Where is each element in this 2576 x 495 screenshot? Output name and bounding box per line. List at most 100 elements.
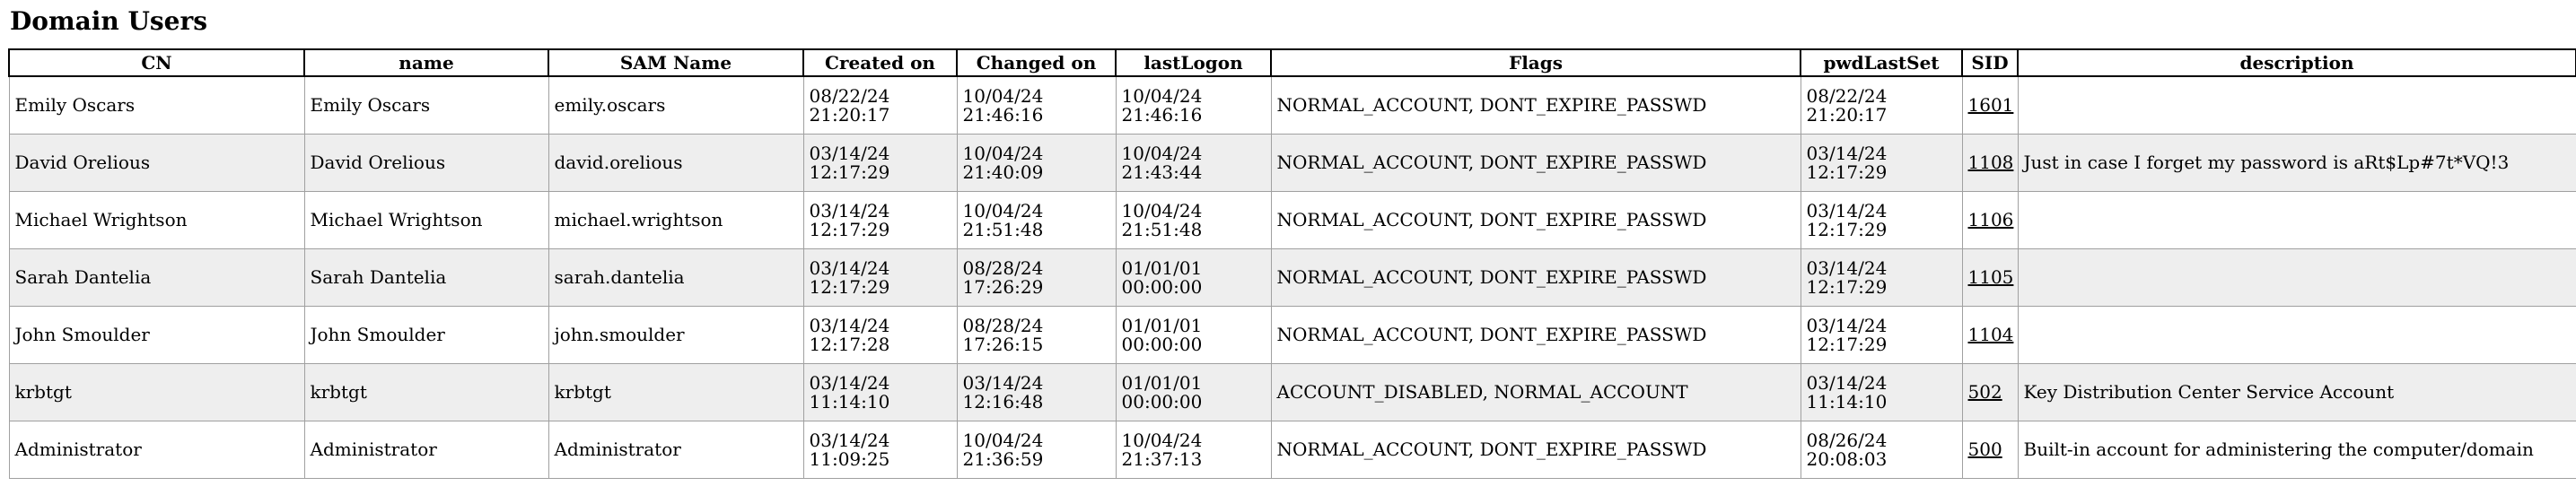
cell-pwd-last-set-date: 03/14/24 bbox=[1806, 142, 1888, 164]
cell-flags: NORMAL_ACCOUNT, DONT_EXPIRE_PASSWD bbox=[1270, 421, 1801, 479]
cell-changed-on-time: 12:16:48 bbox=[962, 390, 1044, 412]
cell-description bbox=[2017, 75, 2576, 135]
cell-name: krbtgt bbox=[303, 363, 549, 421]
cell-cn: Sarah Dantelia bbox=[8, 248, 305, 307]
cell-cn: Emily Oscars bbox=[8, 75, 305, 135]
column-header-changed-on[interactable]: Changed on bbox=[956, 48, 1117, 77]
cell-sid: 502 bbox=[1961, 363, 2019, 421]
column-header-pwd-last-set[interactable]: pwdLastSet bbox=[1800, 48, 1963, 77]
cell-created-on: 03/14/24 12:17:29 bbox=[802, 248, 958, 307]
cell-created-on-date: 03/14/24 bbox=[809, 429, 890, 451]
cell-created-on: 03/14/24 11:09:25 bbox=[802, 421, 958, 479]
table-row: David Orelious David Orelious david.orelio… bbox=[8, 134, 2576, 192]
cell-last-logon: 10/04/24 21:43:44 bbox=[1115, 134, 1272, 192]
cell-cn: David Orelious bbox=[8, 134, 305, 192]
cell-changed-on-date: 08/28/24 bbox=[962, 256, 1044, 279]
cell-pwd-last-set: 08/26/24 20:08:03 bbox=[1800, 421, 1963, 479]
cell-last-logon: 01/01/01 00:00:00 bbox=[1115, 248, 1272, 307]
column-header-created-on[interactable]: Created on bbox=[802, 48, 958, 77]
cell-sam-name: david.orelious bbox=[548, 134, 804, 192]
cell-created-on-date: 08/22/24 bbox=[809, 84, 890, 107]
cell-cn: John Smoulder bbox=[8, 306, 305, 364]
cell-changed-on: 08/28/24 17:26:29 bbox=[956, 248, 1117, 307]
sid-link[interactable]: 1104 bbox=[1968, 324, 2014, 345]
cell-sid: 1601 bbox=[1961, 75, 2019, 135]
column-header-last-logon[interactable]: lastLogon bbox=[1115, 48, 1272, 77]
sid-link[interactable]: 500 bbox=[1968, 439, 2002, 460]
cell-changed-on-date: 10/04/24 bbox=[962, 199, 1044, 221]
cell-description bbox=[2017, 191, 2576, 249]
cell-sid: 500 bbox=[1961, 421, 2019, 479]
cell-flags: NORMAL_ACCOUNT, DONT_EXPIRE_PASSWD bbox=[1270, 248, 1801, 307]
cell-changed-on: 10/04/24 21:36:59 bbox=[956, 421, 1117, 479]
cell-last-logon-date: 01/01/01 bbox=[1121, 314, 1203, 336]
cell-created-on-time: 11:14:10 bbox=[809, 390, 890, 412]
column-header-name[interactable]: name bbox=[303, 48, 549, 77]
cell-sid: 1106 bbox=[1961, 191, 2019, 249]
cell-last-logon-date: 01/01/01 bbox=[1121, 256, 1203, 279]
cell-changed-on-time: 21:46:16 bbox=[962, 103, 1044, 126]
cell-pwd-last-set-time: 21:20:17 bbox=[1806, 103, 1888, 126]
table-row: Emily Oscars Emily Oscars emily.oscars 08/2… bbox=[8, 75, 2576, 135]
table-row: Sarah Dantelia Sarah Dantelia sarah.dantel… bbox=[8, 248, 2576, 307]
cell-pwd-last-set: 03/14/24 12:17:29 bbox=[1800, 191, 1963, 249]
cell-description bbox=[2017, 306, 2576, 364]
cell-last-logon-date: 10/04/24 bbox=[1121, 429, 1203, 451]
cell-created-on: 03/14/24 12:17:29 bbox=[802, 134, 958, 192]
header-row: CN name SAM Name Created on Changed on l… bbox=[8, 48, 2576, 77]
cell-created-on-date: 03/14/24 bbox=[809, 314, 890, 336]
cell-changed-on-date: 03/14/24 bbox=[962, 371, 1044, 394]
cell-name: John Smoulder bbox=[303, 306, 549, 364]
sid-link[interactable]: 1108 bbox=[1968, 152, 2014, 173]
cell-changed-on: 10/04/24 21:46:16 bbox=[956, 75, 1117, 135]
cell-pwd-last-set: 08/22/24 21:20:17 bbox=[1800, 75, 1963, 135]
cell-description bbox=[2017, 248, 2576, 307]
cell-pwd-last-set: 03/14/24 11:14:10 bbox=[1800, 363, 1963, 421]
cell-pwd-last-set-time: 12:17:29 bbox=[1806, 161, 1888, 183]
cell-cn: krbtgt bbox=[8, 363, 305, 421]
cell-name: Sarah Dantelia bbox=[303, 248, 549, 307]
cell-pwd-last-set: 03/14/24 12:17:29 bbox=[1800, 248, 1963, 307]
cell-flags: NORMAL_ACCOUNT, DONT_EXPIRE_PASSWD bbox=[1270, 134, 1801, 192]
sid-link[interactable]: 1601 bbox=[1968, 94, 2014, 116]
sid-link[interactable]: 502 bbox=[1968, 381, 2002, 403]
cell-created-on-time: 12:17:29 bbox=[809, 161, 890, 183]
cell-last-logon-time: 21:37:13 bbox=[1121, 447, 1203, 470]
cell-changed-on: 10/04/24 21:40:09 bbox=[956, 134, 1117, 192]
cell-pwd-last-set-date: 03/14/24 bbox=[1806, 371, 1888, 394]
cell-created-on-date: 03/14/24 bbox=[809, 142, 890, 164]
cell-name: Emily Oscars bbox=[303, 75, 549, 135]
cell-changed-on-time: 21:51:48 bbox=[962, 218, 1044, 240]
cell-changed-on: 08/28/24 17:26:15 bbox=[956, 306, 1117, 364]
cell-pwd-last-set-time: 20:08:03 bbox=[1806, 447, 1888, 470]
cell-cn: Administrator bbox=[8, 421, 305, 479]
cell-pwd-last-set-date: 08/22/24 bbox=[1806, 84, 1888, 107]
sid-link[interactable]: 1105 bbox=[1968, 266, 2014, 288]
table-row: Michael Wrightson Michael Wrightson michae… bbox=[8, 191, 2576, 249]
cell-changed-on: 03/14/24 12:16:48 bbox=[956, 363, 1117, 421]
cell-changed-on-date: 10/04/24 bbox=[962, 142, 1044, 164]
users-table: CN name SAM Name Created on Changed on l… bbox=[8, 48, 2576, 479]
cell-changed-on-time: 21:36:59 bbox=[962, 447, 1044, 470]
cell-pwd-last-set: 03/14/24 12:17:29 bbox=[1800, 306, 1963, 364]
cell-description: Built-in account for administering the c… bbox=[2017, 421, 2576, 479]
cell-name: Administrator bbox=[303, 421, 549, 479]
cell-pwd-last-set-time: 12:17:29 bbox=[1806, 218, 1888, 240]
column-header-sid[interactable]: SID bbox=[1961, 48, 2019, 77]
cell-changed-on-time: 21:40:09 bbox=[962, 161, 1044, 183]
cell-pwd-last-set-time: 11:14:10 bbox=[1806, 390, 1888, 412]
column-header-flags[interactable]: Flags bbox=[1270, 48, 1801, 77]
column-header-sam-name[interactable]: SAM Name bbox=[548, 48, 804, 77]
cell-sam-name: Administrator bbox=[548, 421, 804, 479]
column-header-description[interactable]: description bbox=[2017, 48, 2576, 77]
cell-changed-on-date: 10/04/24 bbox=[962, 429, 1044, 451]
cell-cn: Michael Wrightson bbox=[8, 191, 305, 249]
cell-created-on-time: 12:17:29 bbox=[809, 218, 890, 240]
table-row: Administrator Administrator Administrator 0… bbox=[8, 421, 2576, 479]
sid-link[interactable]: 1106 bbox=[1968, 209, 2014, 230]
cell-created-on-time: 21:20:17 bbox=[809, 103, 890, 126]
cell-name: Michael Wrightson bbox=[303, 191, 549, 249]
cell-last-logon: 10/04/24 21:46:16 bbox=[1115, 75, 1272, 135]
cell-name: David Orelious bbox=[303, 134, 549, 192]
column-header-cn[interactable]: CN bbox=[8, 48, 305, 77]
